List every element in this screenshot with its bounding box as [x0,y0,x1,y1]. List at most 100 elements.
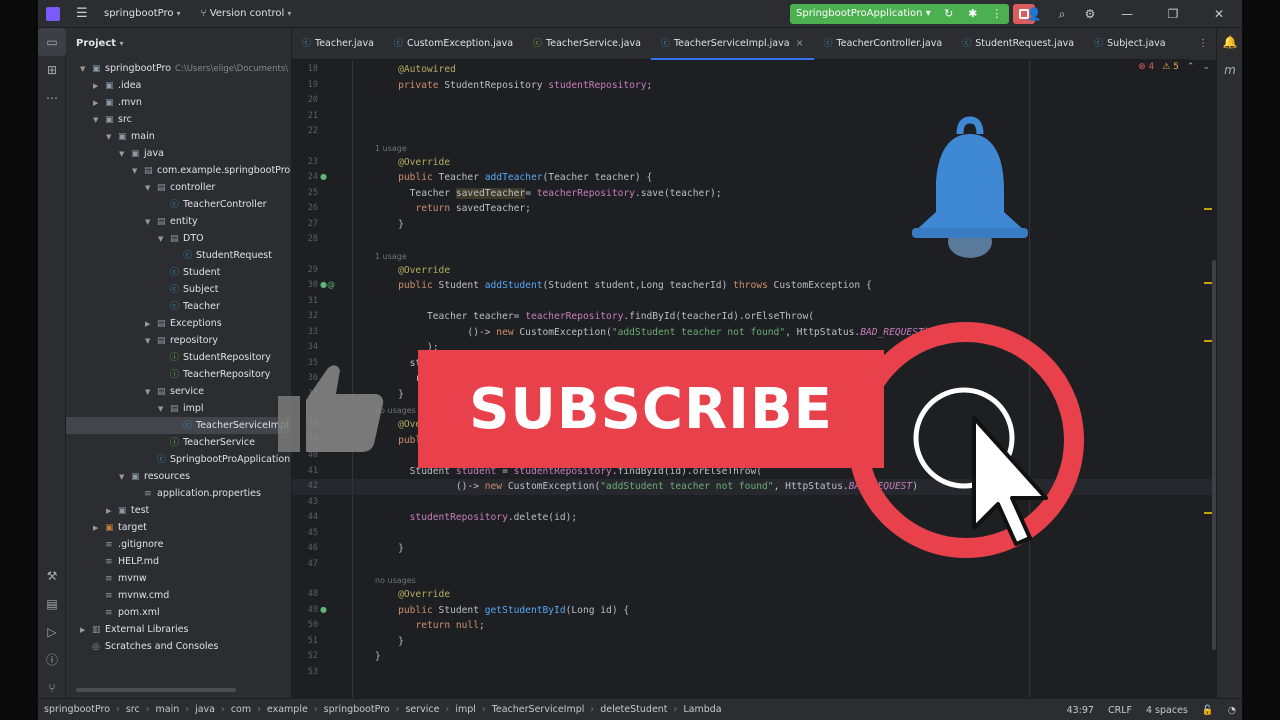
tree-item[interactable]: ▼ ▤ service [66,383,291,401]
add-user-icon[interactable]: 👤 [1020,7,1048,21]
tree-item[interactable]: ▼ ▤ repository [66,332,291,350]
tree-item[interactable]: ≡ mvnw [66,570,291,587]
tree-item[interactable]: ▶ ▣ .idea [66,77,291,95]
inspection-widget[interactable]: ⊗ 4 ⚠ 5 ⌃ ⌄ [1138,62,1210,72]
breadcrumb-item[interactable]: springbootPro [324,704,390,715]
chevron-right-icon[interactable]: ▶ [106,503,118,520]
problems-icon[interactable]: ⓘ [38,646,66,674]
chevron-down-icon[interactable]: ▼ [80,61,92,78]
subscribe-banner[interactable]: SUBSCRIBE [418,350,884,468]
chevron-right-icon[interactable]: ▶ [145,316,157,333]
main-menu-icon[interactable]: ☰ [76,6,90,21]
chevron-right-icon[interactable]: ▶ [93,95,105,112]
breadcrumb-item[interactable]: impl [455,704,476,715]
tree-item[interactable]: ≡ .gitignore [66,536,291,553]
tree-item[interactable]: ⓒ TeacherController [66,196,291,213]
tree-item[interactable]: ▶ ▣ test [66,502,291,520]
tree-item[interactable]: ▼ ▤ com.example.springbootPro [66,162,291,180]
editor-tab[interactable]: ⓒ TeacherServiceImpl.java × [650,28,814,60]
editor-tab[interactable]: ⓒ TeacherController.java [814,28,953,60]
close-icon[interactable]: ✕ [1196,7,1242,21]
breadcrumb-item[interactable]: com [231,704,251,715]
warning-marker[interactable] [1204,340,1212,342]
tree-item[interactable]: ▼ ▣ java [66,145,291,163]
tree-item[interactable]: ▶ ▥ External Libraries [66,621,291,638]
editor-tab[interactable]: ⓒ TeacherService.java [523,28,651,60]
breadcrumb-item[interactable]: main [156,704,180,715]
structure-icon[interactable]: ⊞ [38,56,66,84]
chevron-down-icon[interactable]: ▼ [119,469,131,486]
version-control-menu[interactable]: ⑂ Version control ▾ [201,8,292,19]
run-icon[interactable]: ▷ [38,618,66,646]
tree-item[interactable]: ≡ application.properties [66,485,291,502]
tree-item[interactable]: ⓒ TeacherServiceImpl [66,417,291,434]
chevron-down-icon[interactable]: ▼ [145,180,157,197]
breadcrumb-item[interactable]: java [195,704,215,715]
tree-item[interactable]: ⓘ TeacherService [66,434,291,451]
tree-item[interactable]: ⓘ StudentRepository [66,349,291,366]
tree-item[interactable]: ▼ ▣ main [66,128,291,146]
chevron-down-icon[interactable]: ▼ [145,384,157,401]
chevron-down-icon[interactable]: ▼ [145,333,157,350]
breadcrumb-item[interactable]: springbootPro [44,704,110,715]
usage-hint[interactable]: 1 usage [375,252,407,261]
project-folder-icon[interactable]: ▭ [38,28,66,56]
rerun-icon[interactable]: ↻ [936,4,961,24]
settings-icon[interactable]: ⚙ [1076,7,1104,21]
breadcrumb-item[interactable]: src [126,704,140,715]
warning-marker[interactable] [1204,512,1212,514]
usage-hint[interactable]: no usages [375,576,416,585]
tree-item[interactable]: ▼ ▤ DTO [66,230,291,248]
tree-item[interactable]: ≡ pom.xml [66,604,291,621]
readonly-toggle-icon[interactable]: 🔓 [1202,705,1214,716]
usage-hint[interactable]: 1 usage [375,144,407,153]
chevron-down-icon[interactable]: ▼ [106,129,118,146]
debug-icon[interactable]: ✱ [960,4,985,24]
chevron-down-icon[interactable]: ▼ [158,401,170,418]
warning-marker[interactable] [1204,282,1212,284]
tree-item[interactable]: ⓘ TeacherRepository [66,366,291,383]
maven-icon[interactable]: m [1217,56,1242,84]
indent-setting[interactable]: 4 spaces [1146,705,1188,716]
tree-item[interactable]: ▼ ▤ entity [66,213,291,230]
editor-tab[interactable]: ⓒ Teacher.java [292,28,384,60]
chevron-right-icon[interactable]: ▶ [93,520,105,537]
tree-item[interactable]: ≡ HELP.md [66,553,291,570]
tree-item[interactable]: ⓒ StudentRequest [66,247,291,264]
editor-tab[interactable]: ⓒ StudentRequest.java [952,28,1084,60]
editor-tab[interactable]: ⓒ Subject.java [1084,28,1175,60]
tree-item[interactable]: ▼ ▤ controller [66,179,291,197]
breadcrumb-item[interactable]: service [405,704,439,715]
chevron-down-icon[interactable]: ⌄ [1202,62,1210,72]
more-icon[interactable]: ⋮ [984,4,1009,24]
project-panel-header[interactable]: Project ▾ [66,28,291,60]
search-icon[interactable]: ⌕ [1048,7,1076,22]
line-ending[interactable]: CRLF [1108,705,1132,716]
tree-item[interactable]: ⓒ Student [66,264,291,281]
implements-gutter-icon[interactable]: ● [320,605,327,614]
tree-item[interactable]: ▶ ▣ target [66,519,291,537]
maximize-icon[interactable]: ❐ [1150,7,1196,21]
tree-item[interactable]: ◎ Scratches and Consoles [66,638,291,655]
tree-item[interactable]: ▼ ▣ springbootPro C:\Users\elige\Documents\ [66,60,291,78]
horizontal-scrollbar[interactable] [76,688,236,692]
notification-status-icon[interactable]: ◔ [1228,705,1236,716]
minimize-icon[interactable]: — [1104,7,1150,21]
caret-position[interactable]: 43:97 [1067,705,1094,716]
breadcrumb-item[interactable]: deleteStudent [600,704,667,715]
tree-item[interactable]: ≡ mvnw.cmd [66,587,291,604]
editor-tab[interactable]: ⓒ CustomException.java [384,28,523,60]
breadcrumb-item[interactable]: Lambda [683,704,721,715]
tree-item[interactable]: ▼ ▣ resources [66,468,291,486]
vertical-scrollbar[interactable] [1212,260,1216,650]
tree-item[interactable]: ▶ ▤ Exceptions [66,315,291,333]
tree-item[interactable]: ⓒ Subject [66,281,291,298]
project-switcher[interactable]: springbootPro ▾ [104,8,181,19]
breadcrumb-item[interactable]: TeacherServiceImpl [492,704,585,715]
notifications-icon[interactable]: 🔔 [1217,28,1242,56]
chevron-down-icon[interactable]: ▼ [119,146,131,163]
chevron-down-icon[interactable]: ▼ [158,231,170,248]
chevron-down-icon[interactable]: ▼ [132,163,144,180]
terminal-icon[interactable]: ▤ [38,590,66,618]
chevron-right-icon[interactable]: ▶ [93,78,105,95]
